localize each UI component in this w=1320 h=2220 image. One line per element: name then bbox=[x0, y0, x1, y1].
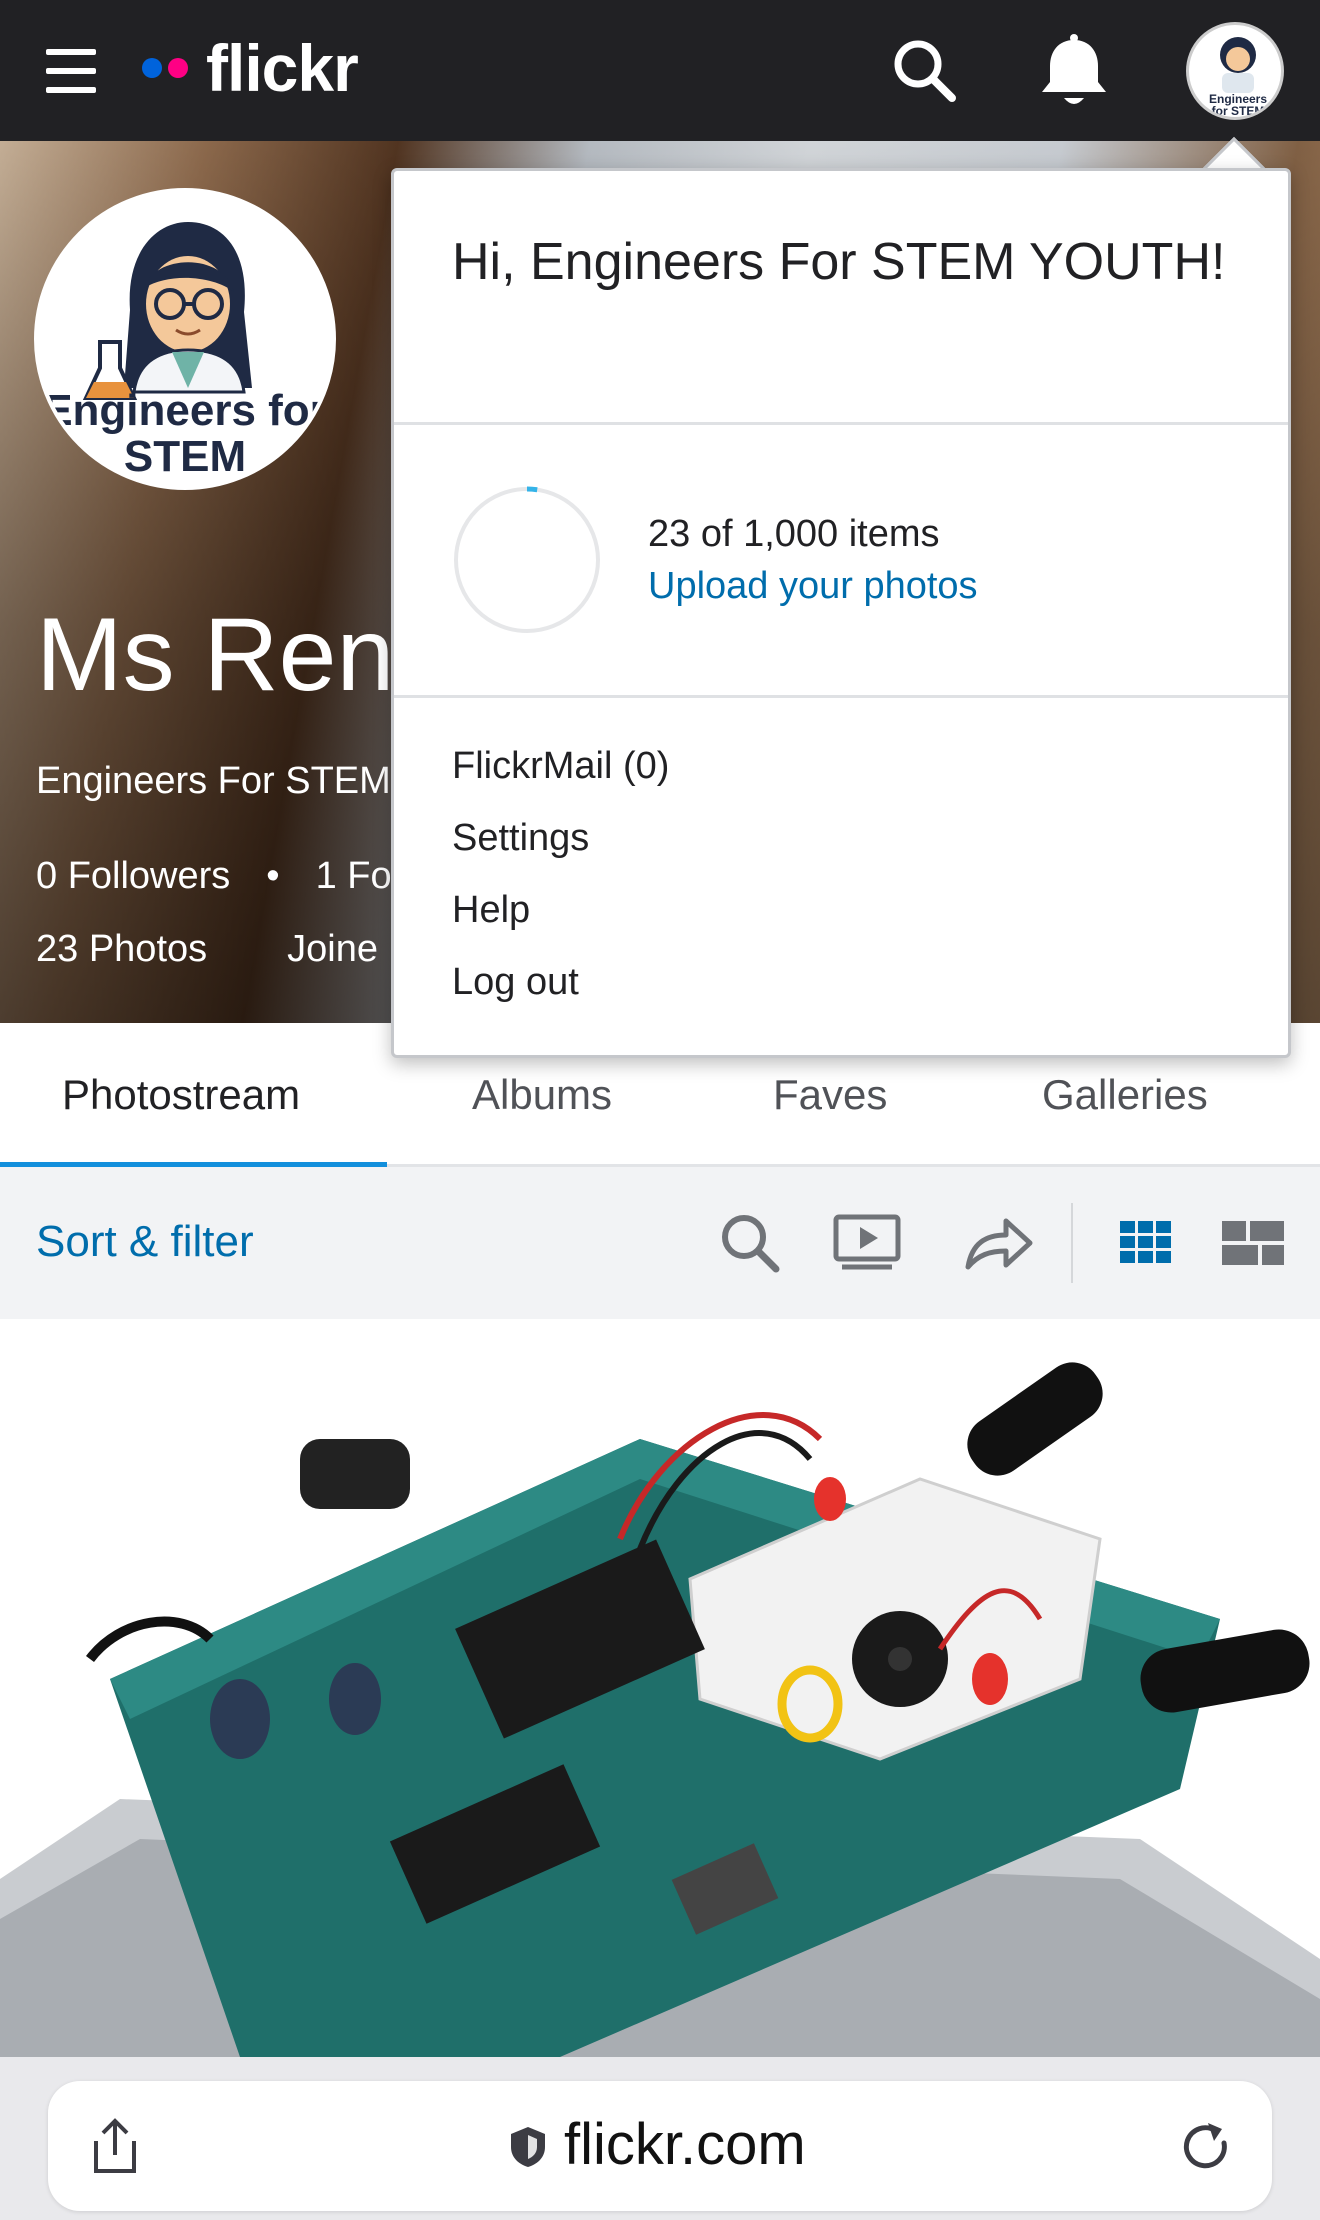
dropdown-divider bbox=[394, 695, 1288, 698]
tab-galleries[interactable]: Galleries bbox=[1042, 1071, 1208, 1119]
tab-albums[interactable]: Albums bbox=[472, 1071, 612, 1119]
toolbar-divider bbox=[1071, 1203, 1073, 1283]
svg-text:for STEM: for STEM bbox=[1212, 104, 1265, 118]
sort-filter-button[interactable]: Sort & filter bbox=[36, 1217, 254, 1267]
top-nav-bar: flickr Engineers for STEM bbox=[0, 0, 1320, 141]
dropdown-divider bbox=[394, 422, 1288, 425]
items-count: 23 of 1,000 items bbox=[648, 513, 940, 555]
greeting-text: Hi, Engineers For STEM YOUTH! bbox=[452, 233, 1226, 291]
circuit-board-photo bbox=[0, 1319, 1320, 2057]
tab-photostream[interactable]: Photostream bbox=[62, 1071, 300, 1119]
browser-address-bar: flickr.com bbox=[0, 2057, 1320, 2220]
menu-item-log-out[interactable]: Log out bbox=[452, 961, 579, 1004]
logo-pink-dot bbox=[168, 58, 188, 78]
logo-text: flickr bbox=[206, 31, 359, 105]
justified-view-icon[interactable] bbox=[1222, 1211, 1284, 1275]
profile-avatar-text: Engineers for STEM bbox=[43, 386, 327, 481]
menu-item-flickrmail[interactable]: FlickrMail (0) bbox=[452, 745, 669, 788]
menu-item-help[interactable]: Help bbox=[452, 889, 530, 932]
logo-blue-dot bbox=[142, 58, 162, 78]
following-count[interactable]: 1 Fo bbox=[316, 855, 392, 897]
slideshow-icon[interactable] bbox=[832, 1211, 902, 1275]
account-dropdown-menu: Hi, Engineers For STEM YOUTH! 23 of 1,00… bbox=[391, 168, 1291, 1058]
profile-subtitle: Engineers For STEM bbox=[36, 760, 391, 802]
url-field[interactable]: flickr.com bbox=[48, 2081, 1272, 2211]
share-icon[interactable] bbox=[962, 1211, 1034, 1275]
shield-icon bbox=[511, 2127, 545, 2167]
hamburger-menu-icon[interactable] bbox=[46, 49, 98, 93]
flickr-logo[interactable]: flickr bbox=[142, 28, 359, 108]
search-icon[interactable] bbox=[718, 1211, 782, 1275]
search-icon[interactable] bbox=[890, 36, 960, 106]
notification-bell-icon[interactable] bbox=[1036, 34, 1112, 112]
profile-name: Ms Rene bbox=[36, 597, 453, 713]
account-avatar[interactable]: Engineers for STEM bbox=[1186, 22, 1284, 120]
menu-item-settings[interactable]: Settings bbox=[452, 817, 589, 860]
share-icon[interactable] bbox=[88, 2117, 142, 2177]
joined-date: Joine bbox=[287, 928, 378, 970]
upload-progress-ring bbox=[453, 486, 601, 634]
tab-faves[interactable]: Faves bbox=[773, 1071, 887, 1119]
reload-icon[interactable] bbox=[1178, 2119, 1234, 2175]
photo-thumbnail[interactable] bbox=[0, 1319, 1320, 2057]
profile-stats-row-2: 23 Photos Joine bbox=[36, 928, 378, 971]
photos-count: 23 Photos bbox=[36, 928, 208, 970]
profile-stats-row-1: 0 Followers • 1 Fo bbox=[36, 855, 392, 898]
profile-avatar[interactable]: Engineers for STEM bbox=[34, 188, 336, 490]
stats-separator: • bbox=[266, 855, 280, 897]
upload-photos-link[interactable]: Upload your photos bbox=[648, 565, 978, 608]
url-text: flickr.com bbox=[564, 2112, 806, 2177]
photostream-toolbar: Sort & filter bbox=[0, 1167, 1320, 1319]
followers-count[interactable]: 0 Followers bbox=[36, 855, 230, 897]
grid-view-icon[interactable] bbox=[1120, 1211, 1172, 1275]
avatar-illustration: Engineers for STEM bbox=[1209, 37, 1267, 118]
